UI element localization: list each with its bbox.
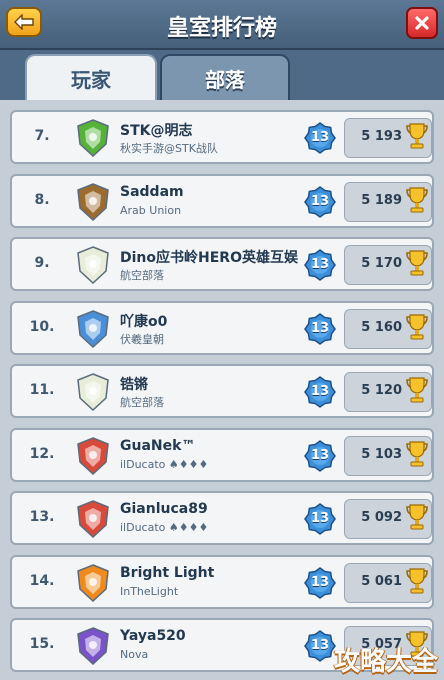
clan-name: InTheLight — [120, 584, 179, 598]
rank-number: 8. — [34, 191, 50, 208]
level-number: 13 — [310, 447, 330, 463]
clan-badge-icon — [77, 563, 109, 602]
level-number: 13 — [310, 511, 330, 526]
trophy-count: 5 160 — [361, 319, 402, 335]
rank-number: 15. — [29, 636, 55, 652]
player-name: STK@明志 — [120, 123, 193, 139]
leaderboard-row[interactable]: 10. 吖康o0 伏羲皇朝 13 5 160 — [10, 300, 434, 355]
clan-badge-icon — [77, 500, 109, 538]
page-title: 皇室排行榜 — [166, 16, 277, 41]
leaderboard-row[interactable]: 9. Dino应书岭HERO英雄互娱 航空部落 13 5 170 — [10, 237, 434, 291]
trophy-icon — [406, 377, 428, 403]
close-button[interactable] — [406, 7, 438, 39]
rank-number: 7. — [34, 128, 50, 144]
clan-name: 航空部落 — [120, 269, 164, 282]
player-name: Gianluca89 — [120, 501, 208, 517]
clan-name: ilDucato ♠♦♦♦ — [120, 521, 209, 534]
leaderboard-row[interactable]: 13. Gianluca89 ilDucato ♠♦♦♦ 13 5 092 — [10, 491, 434, 545]
clan-name: Arab Union — [120, 203, 182, 217]
trophy-count: 5 103 — [361, 446, 402, 462]
tab-clans[interactable]: 部落 — [160, 54, 290, 100]
level-number: 13 — [310, 130, 330, 145]
clan-name: 航空部落 — [120, 396, 164, 409]
player-name: GuaNek™ — [120, 437, 196, 454]
level-number: 13 — [310, 384, 330, 399]
trophy-icon — [406, 186, 428, 212]
tab-bar: 玩家 部落 — [0, 50, 444, 102]
player-name: Bright Light — [120, 564, 215, 581]
trophy-count: 5 092 — [361, 510, 402, 525]
trophy-icon — [406, 504, 428, 530]
trophy-count: 5 120 — [361, 383, 402, 398]
level-number: 13 — [310, 320, 330, 336]
trophy-count: 5 193 — [361, 129, 402, 144]
player-name: Saddam — [120, 183, 184, 200]
clan-name: ilDucato ♠♦♦♦ — [120, 457, 209, 471]
leaderboard-list[interactable]: 7. STK@明志秋实手游@STK战队 13 5 193 8. Saddam Arab Un… — [0, 100, 444, 680]
clan-badge-icon — [77, 246, 109, 284]
close-icon — [415, 16, 429, 30]
trophy-count: 5 189 — [361, 192, 402, 208]
rank-number: 10. — [29, 318, 55, 335]
clan-badge-icon — [77, 119, 109, 157]
level-number: 13 — [310, 638, 330, 653]
trophy-icon — [406, 123, 428, 149]
rank-number: 9. — [34, 255, 50, 271]
leaderboard-row[interactable]: 12. GuaNek™ ilDucato ♠♦♦♦ 13 5 103 — [10, 427, 434, 482]
clan-name: 伏羲皇朝 — [120, 332, 164, 346]
player-name: Yaya520 — [120, 628, 186, 644]
leaderboard-row[interactable]: 7. STK@明志秋实手游@STK战队 13 5 193 — [10, 110, 434, 164]
rank-number: 14. — [29, 572, 55, 589]
trophy-count: 5 170 — [361, 256, 402, 271]
player-name: 吖康o0 — [120, 313, 168, 330]
trophy-count: 5 061 — [361, 573, 402, 589]
level-number: 13 — [310, 193, 330, 209]
leaderboard-row[interactable]: 8. Saddam Arab Union 13 5 189 — [10, 173, 434, 228]
header-bar: 皇室排行榜 — [0, 0, 444, 50]
watermark-text: 攻略大全 — [333, 647, 438, 677]
trophy-icon — [406, 567, 428, 593]
leaderboard-row[interactable]: 11. 锆锵航空部落 13 5 120 — [10, 364, 434, 418]
trophy-icon — [406, 250, 428, 276]
player-name: Dino应书岭HERO英雄互娱 — [120, 250, 298, 266]
trophy-icon — [406, 313, 428, 339]
level-number: 13 — [310, 257, 330, 272]
trophy-icon — [406, 440, 428, 466]
level-number: 13 — [310, 574, 330, 590]
clan-badge-icon — [77, 182, 109, 221]
rank-number: 11. — [29, 382, 55, 398]
rank-number: 12. — [29, 445, 55, 462]
clan-badge-icon — [77, 373, 109, 411]
tab-players[interactable]: 玩家 — [25, 54, 157, 100]
clan-name: Nova — [120, 648, 149, 661]
clan-badge-icon — [77, 627, 109, 665]
clan-badge-icon — [77, 309, 109, 348]
rank-number: 13. — [29, 509, 55, 525]
leaderboard-row[interactable]: 14. Bright Light InTheLight 13 5 061 — [10, 554, 434, 609]
player-name: 锆锵 — [120, 377, 148, 393]
clan-badge-icon — [77, 436, 109, 475]
clan-name: 秋实手游@STK战队 — [120, 142, 218, 155]
